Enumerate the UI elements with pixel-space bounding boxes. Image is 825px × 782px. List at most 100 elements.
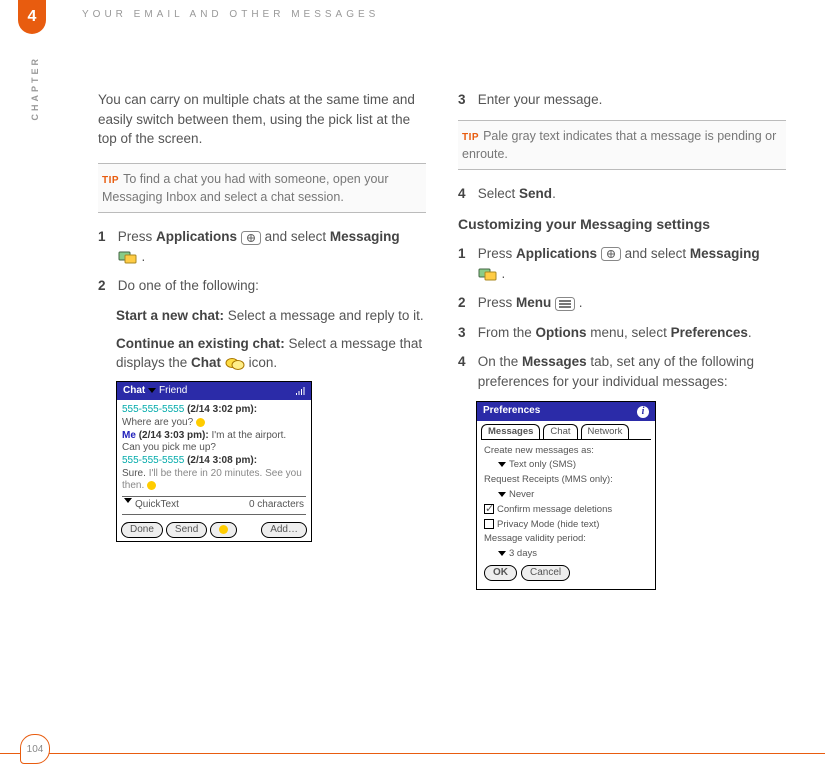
pref-label: Request Receipts (MMS only):	[484, 473, 648, 487]
step-number: 1	[458, 244, 474, 264]
menu-icon	[555, 297, 575, 311]
tip-box: TIPTo find a chat you had with someone, …	[98, 163, 426, 214]
timestamp: (2/14 3:08 pm):	[187, 455, 257, 466]
messaging-icon	[118, 250, 138, 264]
text: Select a message and reply to it.	[224, 308, 424, 323]
chat-icon	[225, 357, 245, 371]
dropdown-icon[interactable]	[498, 492, 506, 497]
done-button[interactable]: Done	[121, 522, 163, 539]
step-number: 2	[458, 293, 474, 313]
dropdown-icon	[148, 388, 156, 393]
tab-network[interactable]: Network	[581, 424, 630, 439]
text: Press	[118, 229, 156, 244]
emoji-button[interactable]	[210, 522, 237, 539]
emoji-icon	[147, 481, 156, 490]
quicktext-label: QuickText	[135, 498, 179, 513]
timestamp: (2/14 3:03 pm):	[139, 430, 209, 441]
preferences-label: Preferences	[671, 325, 748, 340]
emoji-icon	[196, 418, 205, 427]
signal-icon	[295, 386, 305, 396]
footer-rule	[0, 753, 825, 754]
step-number: 2	[98, 276, 114, 296]
emoji-icon	[219, 525, 228, 534]
char-count: 0 characters	[249, 498, 304, 513]
msg-text: Sure.	[122, 468, 149, 479]
text: On the	[478, 354, 522, 369]
start-new-chat: Start a new chat: Select a message and r…	[116, 306, 426, 326]
info-icon: i	[637, 406, 649, 418]
text: icon.	[249, 355, 278, 370]
timestamp: (2/14 3:02 pm):	[187, 404, 257, 415]
step-text: Do one of the following:	[118, 276, 418, 296]
pref-value[interactable]: Text only (SMS)	[509, 458, 576, 472]
title-text: Chat	[123, 385, 145, 396]
tip-text: Pale gray text indicates that a message …	[462, 129, 776, 162]
rstep-1: 1 Press Applications and select Messagin…	[458, 244, 786, 283]
step-2: 2 Do one of the following:	[98, 276, 426, 296]
send-label: Send	[519, 186, 552, 201]
chapter-number-tab: 4	[18, 0, 46, 34]
text: .	[552, 186, 556, 201]
step-4: 4 Select Send.	[458, 184, 786, 204]
applications-icon	[241, 231, 261, 245]
step-text: Enter your message.	[478, 90, 778, 110]
step-number: 3	[458, 90, 474, 110]
tip-text: To find a chat you had with someone, ope…	[102, 172, 389, 205]
applications-icon	[601, 247, 621, 261]
text: .	[498, 266, 506, 281]
continue-chat: Continue an existing chat: Select a mess…	[116, 334, 426, 373]
text: and select	[265, 229, 330, 244]
text: From the	[478, 325, 536, 340]
text: .	[138, 249, 146, 264]
chat-label: Chat	[191, 355, 221, 370]
text: Press	[478, 295, 516, 310]
header-title: YOUR EMAIL AND OTHER MESSAGES	[82, 9, 379, 20]
phone-number: 555-555-5555	[122, 455, 184, 466]
preferences-screenshot: Preferences i Messages Chat Network Crea…	[476, 401, 786, 590]
rstep-2: 2 Press Menu .	[458, 293, 786, 313]
applications-label: Applications	[516, 246, 597, 261]
send-button[interactable]: Send	[166, 522, 207, 539]
page-number: 104	[20, 734, 50, 764]
step-number: 4	[458, 184, 474, 204]
ok-button[interactable]: OK	[484, 565, 517, 582]
step-1: 1 Press Applications and select Messagin…	[98, 227, 426, 266]
cancel-button[interactable]: Cancel	[521, 565, 570, 582]
step-number: 3	[458, 323, 474, 343]
tab-chat[interactable]: Chat	[543, 424, 577, 439]
tip-box: TIPPale gray text indicates that a messa…	[458, 120, 786, 171]
text: Select	[478, 186, 519, 201]
pref-value[interactable]: 3 days	[509, 547, 537, 561]
messaging-label: Messaging	[330, 229, 400, 244]
pref-value[interactable]: Never	[509, 488, 534, 502]
dropdown-icon[interactable]	[498, 551, 506, 556]
left-column: You can carry on multiple chats at the s…	[98, 90, 426, 600]
tab-messages[interactable]: Messages	[481, 424, 540, 439]
dropdown-icon	[124, 498, 132, 503]
pref-label: Message validity period:	[484, 532, 648, 546]
pref-label: Privacy Mode (hide text)	[497, 519, 599, 530]
chapter-vertical-label: CHAPTER	[30, 56, 40, 121]
me-label: Me	[122, 430, 136, 441]
checkbox-confirm[interactable]	[484, 504, 494, 514]
chat-window-title: Chat Friend	[117, 382, 311, 401]
right-column: 3 Enter your message. TIPPale gray text …	[458, 90, 786, 600]
checkbox-privacy[interactable]	[484, 519, 494, 529]
messaging-icon	[478, 267, 498, 281]
add-button[interactable]: Add…	[261, 522, 307, 539]
msg-text: Where are you?	[122, 417, 193, 428]
dropdown-icon[interactable]	[498, 462, 506, 467]
step-3: 3 Enter your message.	[458, 90, 786, 110]
tip-label: TIP	[462, 132, 479, 143]
messaging-label: Messaging	[690, 246, 760, 261]
chat-screenshot: Chat Friend 555-555-5555 (2/14 3:02 pm):…	[116, 381, 426, 543]
tip-label: TIP	[102, 175, 119, 186]
text: .	[575, 295, 583, 310]
menu-label: Menu	[516, 295, 551, 310]
text: and select	[625, 246, 690, 261]
intro-paragraph: You can carry on multiple chats at the s…	[98, 90, 426, 149]
step-number: 1	[98, 227, 114, 247]
pref-label: Create new messages as:	[484, 444, 648, 458]
messages-label: Messages	[522, 354, 587, 369]
prefs-title: Preferences i	[477, 402, 655, 421]
